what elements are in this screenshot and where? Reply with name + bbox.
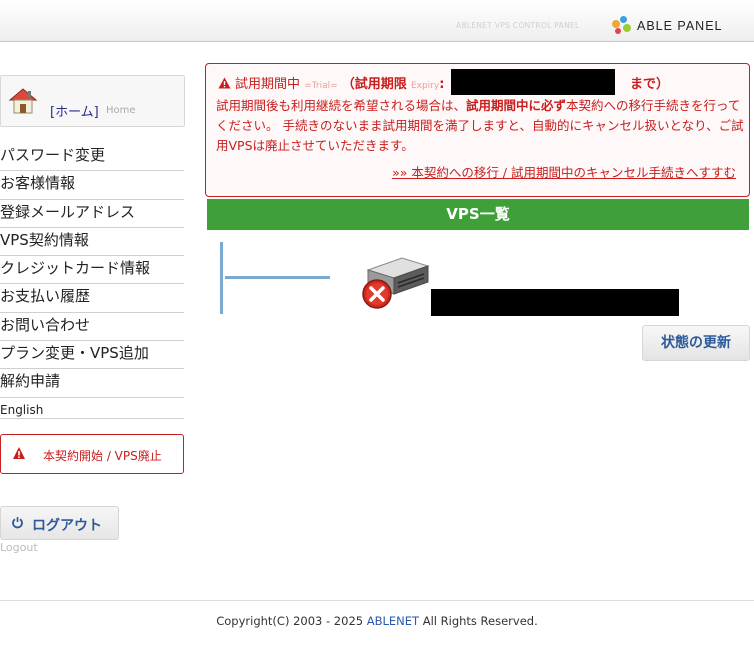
footer-divider — [0, 600, 754, 601]
sidebar-item-cancellation[interactable]: 解約申請 — [0, 370, 184, 398]
able-panel-logo-icon — [612, 16, 634, 36]
trial-notice: 試用期間中 =Trial= （試用期限 Expiry: まで） 試用期間後も利用… — [205, 63, 750, 197]
warning-icon — [218, 77, 231, 89]
vps-list-header: VPS一覧 — [207, 199, 749, 230]
house-icon — [8, 88, 38, 114]
control-panel-caption: ABLENET VPS CONTROL PANEL — [456, 21, 580, 30]
power-icon — [12, 517, 23, 529]
brand-name: ABLE PANEL — [637, 19, 723, 33]
logout-label: ログアウト — [32, 518, 102, 534]
sidebar-item-payment-history[interactable]: お支払い履歴 — [0, 285, 184, 313]
contract-start-label: 本契約開始 / VPS廃止 — [43, 449, 162, 463]
expiry-until: まで） — [630, 77, 670, 92]
home-label: [ホーム] — [50, 105, 99, 120]
expiry-colon: : — [439, 77, 445, 92]
warning-icon — [13, 447, 25, 459]
home-sublabel: Home — [106, 105, 136, 116]
sidebar-item-customer-info[interactable]: お客様情報 — [0, 172, 184, 200]
notice-body-part1: 試用期間後も利用継続を希望される場合は、 — [216, 98, 467, 113]
logout-sublabel: Logout — [0, 541, 38, 554]
sidebar-item-plan-change[interactable]: プラン変更・VPS追加 — [0, 342, 184, 370]
sidebar-menu: パスワード変更 お客様情報 登録メールアドレス VPS契約情報 クレジットカード… — [0, 144, 184, 399]
refresh-status-button[interactable]: 状態の更新 — [642, 325, 750, 361]
server-stopped-icon[interactable] — [362, 256, 430, 310]
copyright-suffix: All Rights Reserved. — [419, 614, 538, 628]
sidebar-item-contact[interactable]: お問い合わせ — [0, 314, 184, 342]
tree-line-vertical — [220, 242, 223, 314]
sidebar-item-registered-email[interactable]: 登録メールアドレス — [0, 201, 184, 228]
app-header: ABLENET VPS CONTROL PANEL ABLE PANEL — [0, 0, 754, 42]
sidebar-item-password[interactable]: パスワード変更 — [0, 144, 184, 172]
sidebar-item-vps-contract[interactable]: VPS契約情報 — [0, 229, 184, 257]
contract-start-vps-abolish-button[interactable]: 本契約開始 / VPS廃止 — [0, 434, 184, 474]
trial-period-label: （試用期限 — [341, 77, 407, 92]
trial-sublabel: =Trial= — [304, 81, 338, 91]
trial-notice-body: 試用期間後も利用継続を希望される場合は、試用期間中に必ず本契約への移行手続きを行… — [216, 96, 746, 156]
logout-button[interactable]: ログアウト — [0, 506, 119, 540]
expiry-sublabel: Expiry — [410, 81, 440, 91]
footer-copyright: Copyright(C) 2003 - 2025 ABLENET All Rig… — [0, 614, 754, 628]
language-english-link[interactable]: English — [0, 403, 184, 419]
redacted-expiry-date — [451, 69, 615, 95]
home-link[interactable]: [ホーム] Home — [0, 75, 185, 127]
redacted-vps-name — [431, 289, 679, 316]
copyright-prefix: Copyright(C) 2003 - 2025 — [216, 614, 367, 628]
notice-body-emphasis: 試用期間中に必ず — [466, 98, 567, 113]
company-name: ABLENET — [366, 614, 420, 628]
trial-label: 試用期間中 — [235, 77, 301, 92]
sidebar-item-credit-card[interactable]: クレジットカード情報 — [0, 257, 184, 285]
trial-status-line: 試用期間中 =Trial= （試用期限 Expiry: まで） — [218, 73, 669, 92]
tree-line-horizontal — [225, 276, 330, 279]
contract-transition-link[interactable]: »» 本契約への移行 / 試用期間中のキャンセル手続きへすすむ — [392, 162, 736, 181]
